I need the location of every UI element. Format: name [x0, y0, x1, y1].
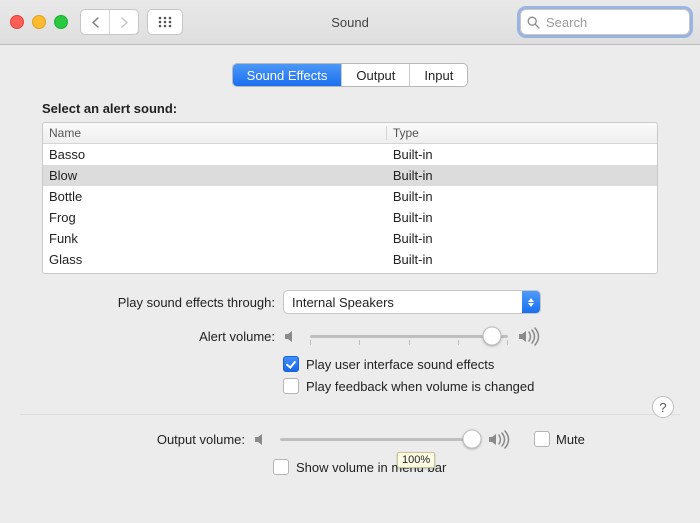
play-through-label: Play sound effects through:	[20, 295, 283, 310]
alert-volume-row: Alert volume:	[20, 326, 680, 346]
volume-high-icon	[518, 327, 542, 346]
alert-volume-label: Alert volume:	[20, 329, 283, 344]
close-window-button[interactable]	[10, 15, 24, 29]
cell-name: Bottle	[43, 189, 387, 204]
table-row[interactable]: BassoBuilt-in	[43, 144, 657, 165]
menubar-checkbox-row[interactable]: Show volume in menu bar	[273, 459, 680, 475]
feedback-label: Play feedback when volume is changed	[306, 379, 534, 394]
select-stepper-icon	[522, 291, 540, 313]
cell-type: Built-in	[387, 189, 657, 204]
cell-type: Built-in	[387, 210, 657, 225]
forward-button[interactable]	[109, 10, 138, 34]
cell-name: Basso	[43, 147, 387, 162]
cell-type: Built-in	[387, 252, 657, 267]
zoom-window-button[interactable]	[54, 15, 68, 29]
mute-checkbox-row[interactable]: Mute	[534, 431, 585, 447]
checkbox-icon[interactable]	[283, 378, 299, 394]
ui-sounds-checkbox-row[interactable]: Play user interface sound effects	[283, 356, 680, 372]
checkbox-icon[interactable]	[283, 356, 299, 372]
ui-sounds-label: Play user interface sound effects	[306, 357, 494, 372]
back-button[interactable]	[81, 10, 109, 34]
minimize-window-button[interactable]	[32, 15, 46, 29]
mute-label: Mute	[556, 432, 585, 447]
show-all-button[interactable]	[147, 9, 183, 35]
cell-name: Blow	[43, 168, 387, 183]
play-through-select[interactable]: Internal Speakers	[283, 290, 541, 314]
volume-high-icon	[488, 430, 512, 449]
checkbox-icon[interactable]	[534, 431, 550, 447]
tab-sound-effects[interactable]: Sound Effects	[233, 64, 342, 86]
output-volume-row: Output volume: Mute	[0, 429, 680, 449]
output-volume-label: Output volume:	[0, 432, 253, 447]
table-row[interactable]: BottleBuilt-in	[43, 186, 657, 207]
menubar-label: Show volume in menu bar	[296, 460, 446, 475]
slider-knob[interactable]	[463, 430, 482, 449]
column-name[interactable]: Name	[43, 126, 387, 140]
table-header: Name Type	[43, 123, 657, 144]
volume-low-icon	[253, 431, 270, 448]
feedback-checkbox-row[interactable]: Play feedback when volume is changed	[283, 378, 680, 394]
nav-buttons	[80, 9, 139, 35]
volume-low-icon	[283, 328, 300, 345]
output-volume-slider[interactable]	[280, 429, 478, 449]
table-row[interactable]: FunkBuilt-in	[43, 228, 657, 249]
column-type[interactable]: Type	[387, 126, 657, 140]
tab-bar: Sound Effects Output Input	[0, 63, 700, 87]
alert-volume-slider[interactable]	[310, 326, 508, 346]
search-input[interactable]	[544, 14, 683, 31]
window-controls	[10, 15, 68, 29]
cell-name: Frog	[43, 210, 387, 225]
cell-type: Built-in	[387, 147, 657, 162]
cell-type: Built-in	[387, 231, 657, 246]
divider	[20, 414, 680, 415]
table-row[interactable]: GlassBuilt-in	[43, 249, 657, 270]
slider-knob[interactable]	[483, 327, 502, 346]
table-row[interactable]: FrogBuilt-in	[43, 207, 657, 228]
alert-sounds-table: Name Type BassoBuilt-inBlowBuilt-inBottl…	[42, 122, 658, 274]
checkbox-icon[interactable]	[273, 459, 289, 475]
cell-type: Built-in	[387, 168, 657, 183]
help-button[interactable]: ?	[652, 396, 674, 418]
tab-input[interactable]: Input	[409, 64, 467, 86]
cell-name: Glass	[43, 252, 387, 267]
tab-output[interactable]: Output	[341, 64, 409, 86]
title-bar: Sound	[0, 0, 700, 45]
search-icon	[527, 16, 540, 29]
table-body[interactable]: BassoBuilt-inBlowBuilt-inBottleBuilt-inF…	[43, 144, 657, 274]
play-through-row: Play sound effects through: Internal Spe…	[20, 290, 680, 314]
cell-name: Funk	[43, 231, 387, 246]
table-row[interactable]: BlowBuilt-in	[43, 165, 657, 186]
section-heading: Select an alert sound:	[42, 101, 680, 116]
search-field[interactable]	[520, 9, 690, 35]
play-through-value: Internal Speakers	[292, 295, 394, 310]
